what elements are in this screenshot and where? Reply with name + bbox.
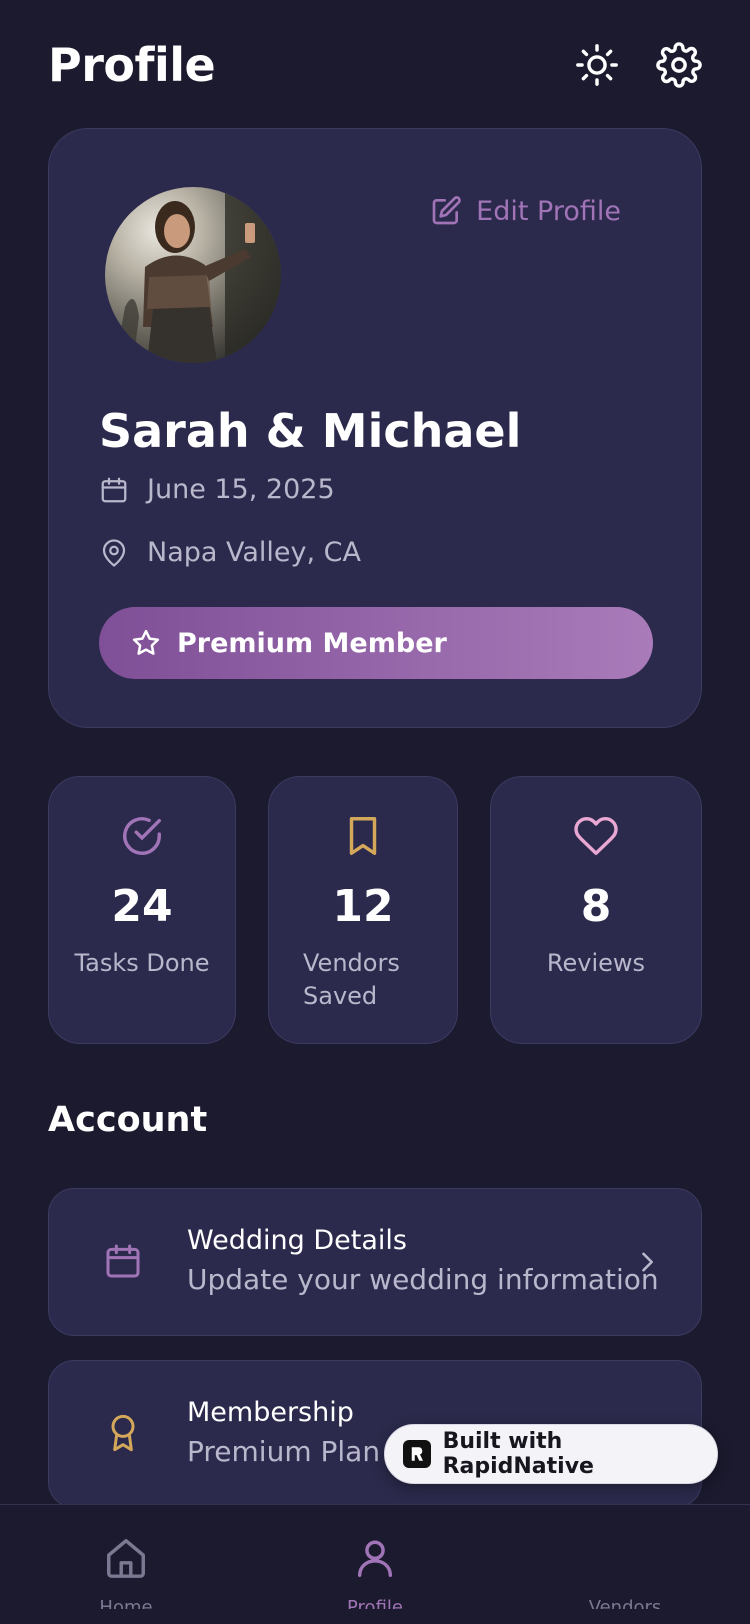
account-section-title: Account bbox=[48, 1100, 208, 1140]
stat-card-tasks[interactable]: 24 Tasks Done bbox=[48, 776, 236, 1044]
stats-row: 24 Tasks Done 12 Vendors Saved 8 Reviews bbox=[48, 776, 702, 1044]
award-icon bbox=[111, 1414, 135, 1452]
bottom-tab-bar: Home Profile Vendors bbox=[0, 1504, 750, 1624]
check-circle-icon bbox=[123, 817, 161, 855]
avatar-photo bbox=[115, 187, 281, 363]
edit-profile-button[interactable]: Edit Profile bbox=[430, 195, 621, 227]
chevron-right-icon bbox=[642, 1252, 653, 1272]
couple-name: Sarah & Michael bbox=[99, 404, 522, 458]
stat-label: Vendors Saved bbox=[303, 949, 400, 1010]
page-header: Profile bbox=[48, 30, 702, 100]
menu-item-subtitle: Premium Plan bbox=[187, 1435, 381, 1468]
calendar-icon bbox=[101, 477, 127, 502]
gear-icon bbox=[656, 42, 702, 88]
stat-label: Tasks Done bbox=[74, 949, 210, 977]
heart-icon bbox=[574, 817, 618, 855]
menu-item-title: Membership bbox=[187, 1397, 354, 1428]
tab-vendors[interactable]: Vendors bbox=[575, 1535, 675, 1609]
wedding-date: June 15, 2025 bbox=[147, 474, 335, 505]
menu-item-subtitle: Update your wedding information bbox=[187, 1263, 659, 1296]
tab-profile[interactable]: Profile bbox=[325, 1535, 425, 1609]
profile-card: Edit Profile Sarah & Michael June 15, 20… bbox=[48, 128, 702, 728]
settings-button[interactable] bbox=[656, 42, 702, 88]
tab-home[interactable]: Home bbox=[76, 1535, 176, 1609]
wedding-date-row: June 15, 2025 bbox=[99, 474, 335, 505]
user-icon bbox=[357, 1540, 393, 1577]
edit-icon bbox=[432, 196, 461, 225]
tab-label: Profile bbox=[347, 1597, 403, 1609]
header-actions bbox=[574, 42, 702, 88]
star-icon bbox=[132, 629, 160, 655]
home-icon bbox=[107, 1539, 145, 1578]
built-with-rapidnative-badge[interactable]: Built with RapidNative bbox=[384, 1424, 718, 1484]
menu-item-title: Wedding Details bbox=[187, 1225, 407, 1256]
premium-member-badge[interactable]: Premium Member bbox=[99, 607, 653, 679]
page-title: Profile bbox=[48, 38, 216, 92]
theme-toggle-button[interactable] bbox=[574, 42, 620, 88]
stat-card-reviews[interactable]: 8 Reviews bbox=[490, 776, 702, 1044]
tab-label: Home bbox=[99, 1597, 153, 1609]
location-row: Napa Valley, CA bbox=[99, 537, 361, 568]
edit-profile-label: Edit Profile bbox=[476, 195, 621, 227]
built-with-label: Built with RapidNative bbox=[442, 1429, 594, 1479]
calendar-icon bbox=[106, 1244, 140, 1278]
stat-value: 8 bbox=[580, 881, 612, 932]
avatar[interactable] bbox=[105, 187, 281, 363]
stat-value: 24 bbox=[111, 881, 173, 932]
rapidnative-logo-icon bbox=[403, 1440, 431, 1468]
stat-card-vendors[interactable]: 12 Vendors Saved bbox=[268, 776, 458, 1044]
sun-icon bbox=[576, 44, 618, 86]
menu-item-wedding-details[interactable]: Wedding Details Update your wedding info… bbox=[48, 1188, 702, 1336]
bookmark-icon bbox=[349, 817, 377, 855]
tab-label: Vendors bbox=[588, 1597, 662, 1609]
premium-member-label: Premium Member bbox=[177, 627, 447, 659]
stat-value: 12 bbox=[332, 881, 394, 932]
stat-label: Reviews bbox=[546, 949, 646, 977]
wedding-location: Napa Valley, CA bbox=[147, 537, 362, 568]
map-pin-icon bbox=[102, 538, 126, 567]
